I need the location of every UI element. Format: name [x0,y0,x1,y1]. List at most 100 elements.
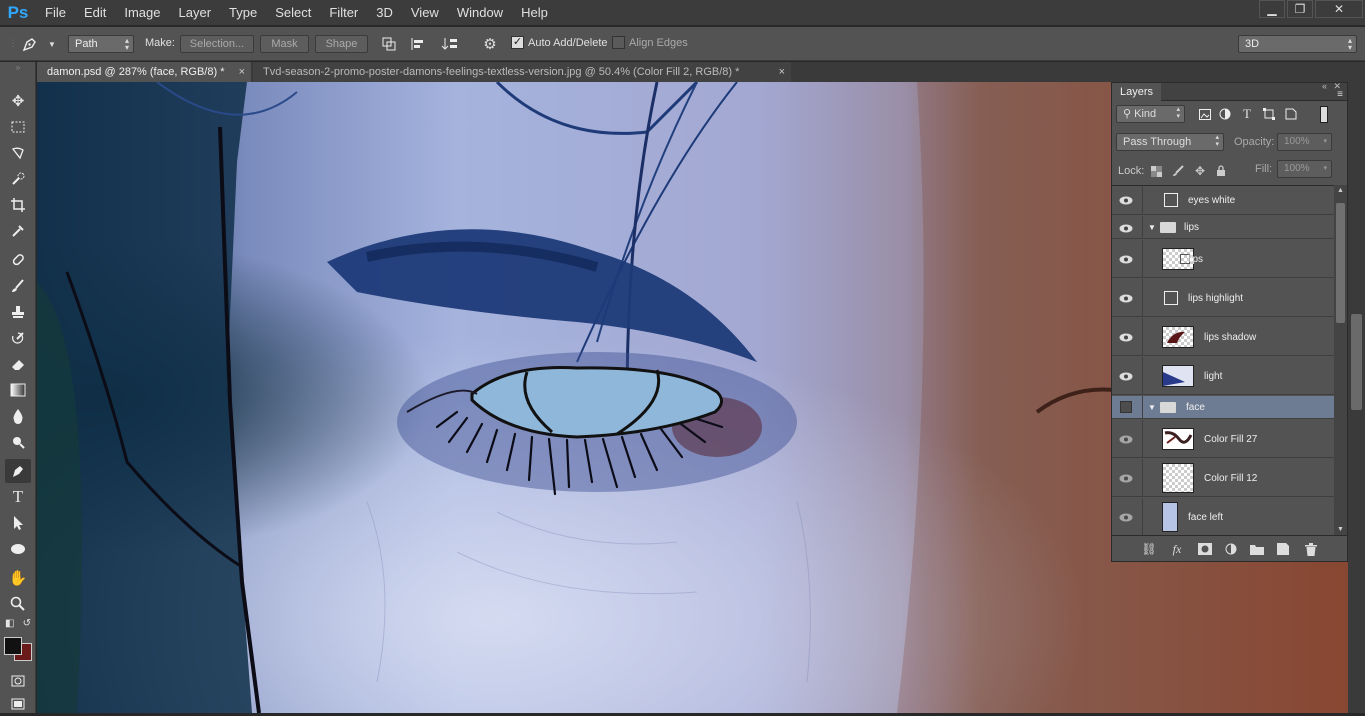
layers-tab[interactable]: Layers [1112,83,1162,101]
link-layers-icon[interactable]: ⛓ [1140,541,1158,557]
auto-add-delete-checkbox[interactable]: ✓ [511,36,524,49]
layer-row-lips-highlight[interactable]: lips highlight [1112,279,1334,317]
eye-icon[interactable] [1118,291,1134,305]
eye-icon[interactable] [1118,432,1134,446]
layer-row-lips-group[interactable]: ▼ lips [1112,216,1334,239]
layer-row-color-fill-12[interactable]: Color Fill 12 [1112,459,1334,497]
marquee-tool-icon[interactable] [5,115,31,139]
swap-colors-icon[interactable]: ↺ [23,618,31,629]
eye-icon[interactable] [1118,252,1134,266]
default-colors-icon[interactable]: ◧ [5,618,14,629]
eye-icon[interactable] [1118,330,1134,344]
eraser-tool-icon[interactable] [5,352,31,376]
type-tool-icon[interactable]: T [5,485,31,509]
expanded-triangle-icon[interactable]: ▼ [1148,223,1156,232]
new-layer-icon[interactable] [1274,541,1292,557]
collapse-toolbar-icon[interactable]: » [5,62,31,72]
adjustment-filter-icon[interactable] [1217,106,1233,122]
collapse-panel-icon[interactable]: « [1322,81,1327,91]
menu-image[interactable]: Image [115,0,169,26]
path-alignment-icon[interactable] [408,34,428,54]
selection-button[interactable]: Selection... [180,35,254,53]
workspace-select[interactable]: 3D ▴ ▾ [1238,35,1357,53]
menu-window[interactable]: Window [448,0,512,26]
gradient-tool-icon[interactable] [5,378,31,402]
quick-selection-tool-icon[interactable] [5,167,31,191]
menu-type[interactable]: Type [220,0,266,26]
fx-icon[interactable]: fx [1168,541,1186,557]
restore-button[interactable]: ❐ [1287,0,1313,18]
layer-row-lips-shadow[interactable]: lips shadow [1112,318,1334,356]
fill-field[interactable]: 100% ▾ [1277,160,1332,178]
trash-icon[interactable] [1302,541,1320,557]
new-group-icon[interactable] [1248,541,1266,557]
lock-position-icon[interactable]: ✥ [1192,163,1208,179]
align-edges-checkbox[interactable] [612,36,625,49]
quick-mask-icon[interactable] [5,669,31,693]
canvas-scroll-thumb[interactable] [1351,314,1362,410]
panel-menu-icon[interactable]: ≡ [1337,89,1343,100]
tab-tvd-promo-poster[interactable]: Tvd-season-2-promo-poster-damons-feeling… [253,62,791,82]
eyedropper-tool-icon[interactable] [5,219,31,243]
hand-tool-icon[interactable]: ✋ [5,566,31,590]
brush-tool-icon[interactable] [5,274,31,298]
healing-brush-tool-icon[interactable] [5,248,31,272]
layer-row-light[interactable]: light [1112,357,1334,395]
close-tab-icon[interactable]: × [779,66,785,78]
menu-layer[interactable]: Layer [170,0,221,26]
type-filter-icon[interactable]: T [1239,106,1255,122]
layers-scrollbar[interactable]: ▲ ▼ [1334,185,1347,535]
lasso-tool-icon[interactable] [5,141,31,165]
path-operations-icon[interactable] [379,34,399,54]
filter-toggle-switch[interactable] [1320,106,1328,123]
shape-button[interactable]: Shape [315,35,368,53]
foreground-color-swatch[interactable] [4,637,22,655]
pixel-filter-icon[interactable] [1197,106,1213,122]
eye-icon[interactable] [1118,193,1134,207]
layer-row-lips[interactable]: lips [1112,240,1334,278]
color-swap-icons[interactable]: ◧ ↺ [5,615,31,631]
tool-preset-chevron-icon[interactable]: ▼ [42,34,62,54]
menu-view[interactable]: View [402,0,448,26]
adjustment-layer-icon[interactable] [1222,541,1240,557]
scroll-down-icon[interactable]: ▼ [1337,526,1344,533]
close-tab-icon[interactable]: × [239,66,245,78]
lock-all-icon[interactable] [1213,163,1229,179]
eye-icon[interactable] [1118,510,1134,524]
shape-filter-icon[interactable] [1261,106,1277,122]
menu-help[interactable]: Help [512,0,557,26]
minimize-button[interactable]: ▁ [1259,0,1285,18]
crop-tool-icon[interactable] [5,193,31,217]
tab-damon-psd[interactable]: damon.psd @ 287% (face, RGB/8) * × [37,62,251,82]
menu-edit[interactable]: Edit [75,0,115,26]
pen-icon[interactable] [20,34,40,54]
mask-button[interactable]: Mask [260,35,309,53]
menu-select[interactable]: Select [266,0,320,26]
eye-icon[interactable] [1118,471,1134,485]
ellipse-tool-icon[interactable] [5,537,31,561]
layers-scroll-thumb[interactable] [1336,203,1345,323]
layer-row-face-left[interactable]: face left [1112,498,1334,535]
opacity-field[interactable]: 100% ▾ [1277,133,1332,151]
layer-row-eyes-white[interactable]: eyes white [1112,186,1334,215]
eye-icon[interactable] [1118,221,1134,235]
blend-mode-select[interactable]: Pass Through ▴ ▾ [1116,133,1224,151]
gear-icon[interactable]: ⚙ [480,34,500,54]
lock-transparent-icon[interactable] [1148,163,1164,179]
kind-filter-select[interactable]: ⚲ Kind ▴ ▾ [1116,105,1185,123]
smart-object-filter-icon[interactable] [1283,106,1299,122]
canvas-vertical-scrollbar[interactable] [1348,82,1365,713]
menu-3d[interactable]: 3D [367,0,402,26]
layer-row-face-group[interactable]: ▼ face [1112,396,1334,419]
history-brush-tool-icon[interactable] [5,326,31,350]
zoom-tool-icon[interactable] [5,592,31,616]
pen-tool-icon[interactable] [5,459,31,483]
visibility-toggle-empty[interactable] [1120,401,1132,413]
screen-mode-icon[interactable] [5,692,31,716]
dodge-tool-icon[interactable] [5,430,31,454]
scroll-up-icon[interactable]: ▲ [1337,187,1344,194]
path-arrangement-icon[interactable] [440,34,460,54]
lock-pixels-icon[interactable] [1170,163,1186,179]
blur-tool-icon[interactable] [5,404,31,428]
expanded-triangle-icon[interactable]: ▼ [1148,403,1156,412]
